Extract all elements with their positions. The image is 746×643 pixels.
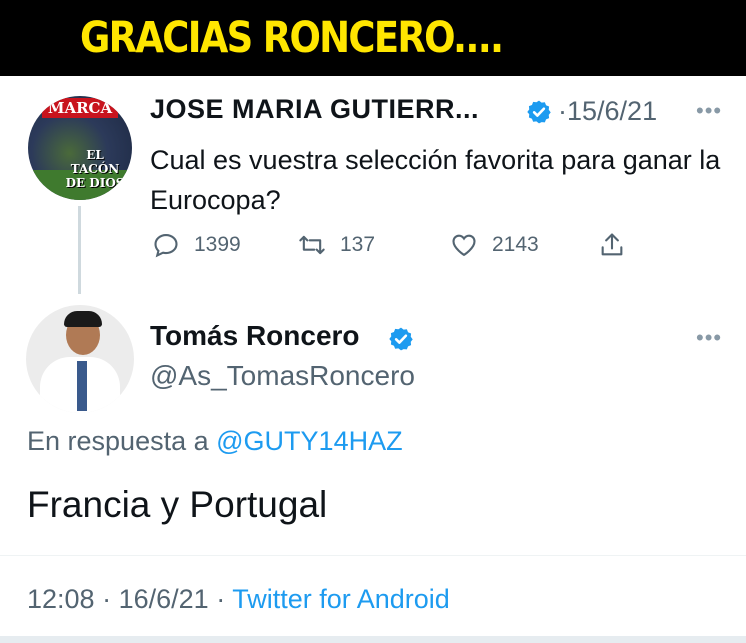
retweet-count: 137 [340, 233, 376, 256]
bottom-border [0, 636, 746, 643]
original-tweet-text: Cual es vuestra selección favorita para … [150, 145, 721, 215]
share-icon [601, 233, 623, 256]
banner-title: GRACIAS RONCERO.... [80, 13, 504, 63]
avatar-caption: EL TACÓN DE DIOS [65, 148, 125, 190]
reply-to-link[interactable]: @GUTY14HAZ [216, 426, 402, 456]
tweet-source-link[interactable]: Twitter for Android [232, 584, 450, 614]
reply-count: 1399 [194, 233, 241, 256]
tweet-time[interactable]: 12:08 [27, 584, 95, 614]
reply-author-handle[interactable]: @As_TomasRoncero [150, 360, 415, 392]
original-author-name[interactable]: JOSE MARIA GUTIERR... [150, 94, 479, 125]
verified-badge-icon [389, 327, 413, 351]
tweet-date[interactable]: 16/6/21 [119, 584, 209, 614]
retweet-icon [299, 235, 325, 255]
heart-icon [452, 234, 476, 257]
reply-button[interactable]: 1399 [152, 228, 241, 262]
avatar-reply-author[interactable] [26, 305, 134, 413]
retweet-button[interactable]: 137 [298, 228, 375, 262]
divider [0, 555, 746, 556]
tweet-timestamp: 12:08 · 16/6/21 · Twitter for Android [27, 584, 450, 614]
verified-badge-icon [527, 100, 551, 124]
thread-connector [78, 206, 81, 294]
like-button[interactable]: 2143 [450, 228, 539, 262]
reply-prefix: En respuesta a [27, 426, 209, 456]
original-tweet-date[interactable]: ·15/6/21 [558, 96, 657, 127]
reply-author-name[interactable]: Tomás Roncero [150, 320, 360, 352]
more-options-icon[interactable]: ••• [696, 98, 722, 124]
reply-context: En respuesta a @GUTY14HAZ [27, 426, 403, 457]
reply-tweet-text: Francia y Portugal [27, 484, 328, 525]
share-button[interactable] [598, 228, 626, 262]
avatar-original-author[interactable]: MARCA EL TACÓN DE DIOS [28, 96, 132, 200]
avatar-masthead: MARCA [42, 98, 118, 118]
banner: GRACIAS RONCERO.... [0, 0, 746, 76]
like-count: 2143 [492, 233, 539, 256]
more-options-icon[interactable]: ••• [696, 325, 722, 351]
reply-icon [154, 234, 178, 258]
